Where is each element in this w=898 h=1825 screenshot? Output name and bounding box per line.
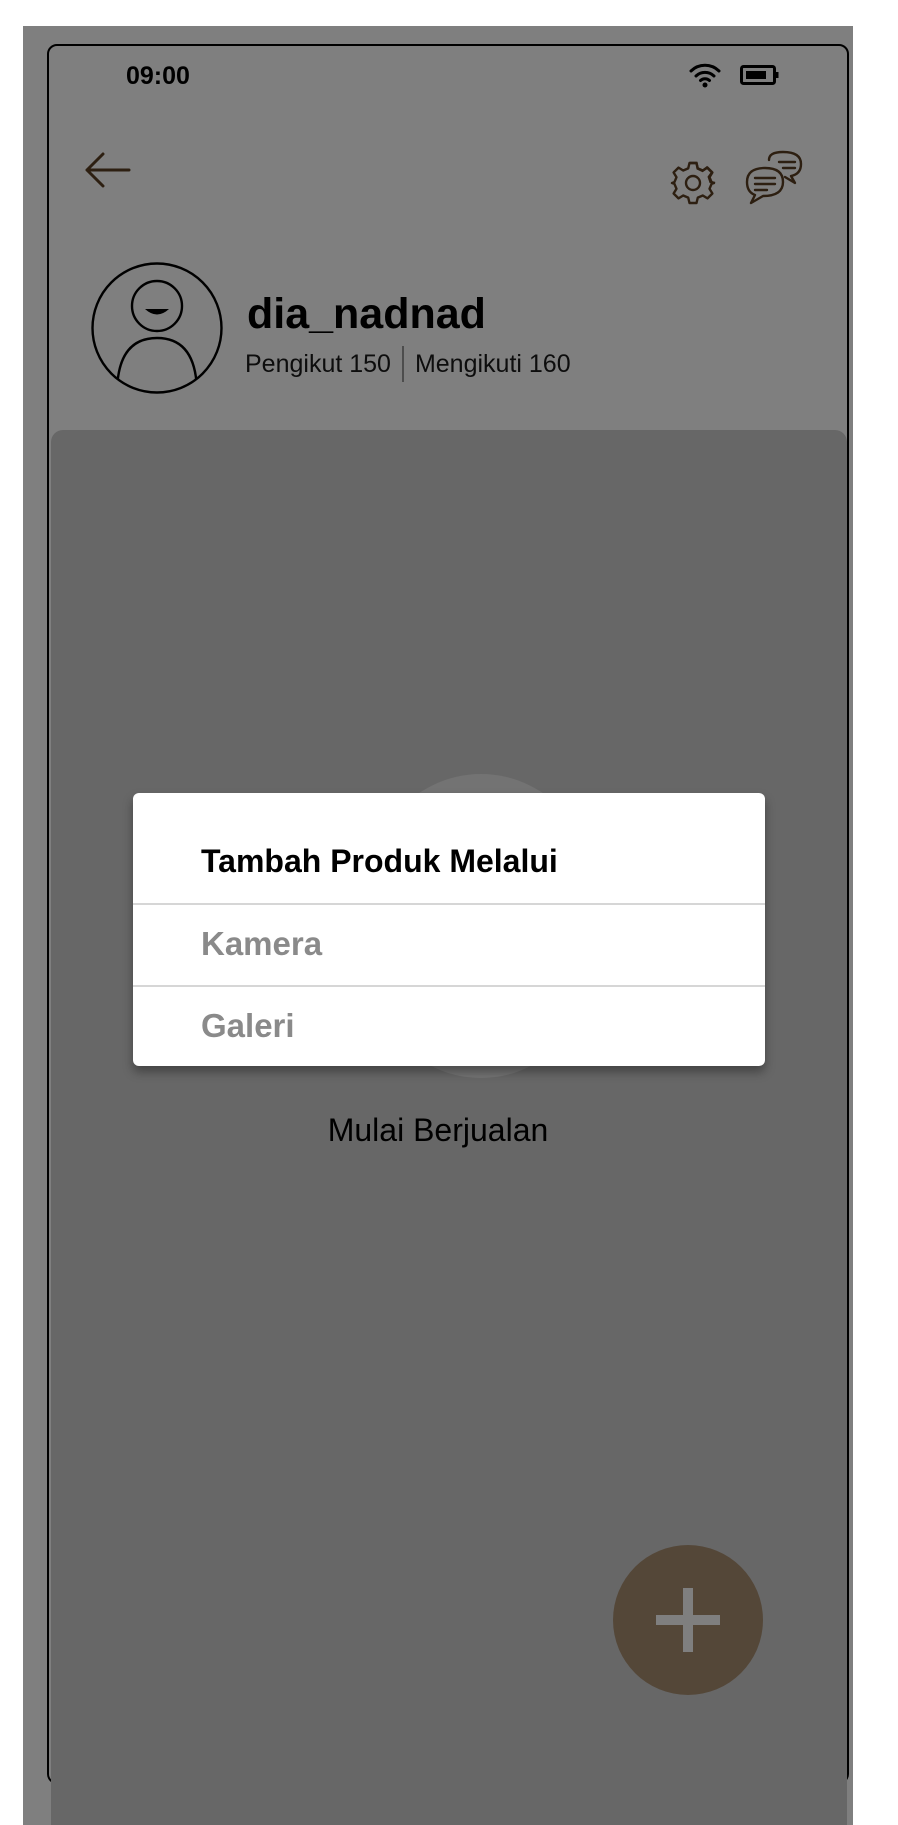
option-camera[interactable]: Kamera [133, 905, 765, 983]
phone-screen: 09:00 [23, 26, 853, 1825]
add-product-dialog: Tambah Produk Melalui Kamera Galeri [133, 793, 765, 1066]
option-gallery[interactable]: Galeri [133, 987, 765, 1065]
dialog-title: Tambah Produk Melalui [201, 843, 558, 879]
